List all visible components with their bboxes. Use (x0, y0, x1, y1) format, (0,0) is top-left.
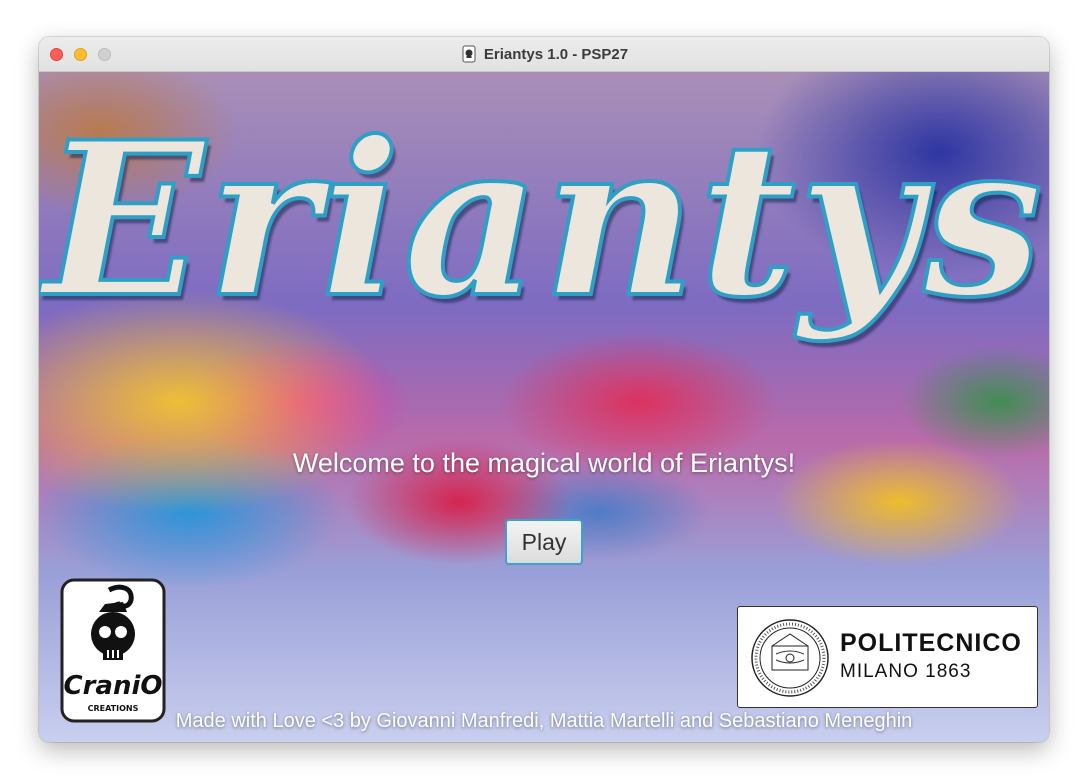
cranio-creations-logo: CraniO CREATIONS (59, 578, 167, 723)
welcome-screen: Eriantys Welcome to the magical world of… (39, 72, 1049, 742)
cranio-app-icon (460, 45, 478, 63)
close-window-button[interactable] (50, 48, 63, 61)
window-title: Eriantys 1.0 - PSP27 (483, 45, 629, 63)
eriantys-logo-title: Eriantys (41, 95, 1045, 344)
play-button[interactable]: Play (505, 519, 583, 565)
credits-text: Made with Love <3 by Giovanni Manfredi, … (175, 710, 913, 732)
zoom-window-button[interactable] (98, 48, 111, 61)
title-bar: Eriantys 1.0 - PSP27 (39, 37, 1049, 72)
app-window: Eriantys 1.0 - PSP27 Eriantys Welcome to… (39, 37, 1049, 742)
cranio-logo-name: CraniO (64, 671, 163, 701)
politecnico-milano-logo: POLITECNICO MILANO 1863 (737, 606, 1038, 708)
politecnico-seal-icon (750, 618, 830, 703)
welcome-text: Welcome to the magical world of Eriantys… (292, 448, 796, 478)
minimize-window-button[interactable] (74, 48, 87, 61)
politecnico-city: MILANO 1863 (840, 661, 972, 682)
window-title-group: Eriantys 1.0 - PSP27 (460, 45, 628, 63)
politecnico-name: POLITECNICO (840, 629, 1022, 657)
